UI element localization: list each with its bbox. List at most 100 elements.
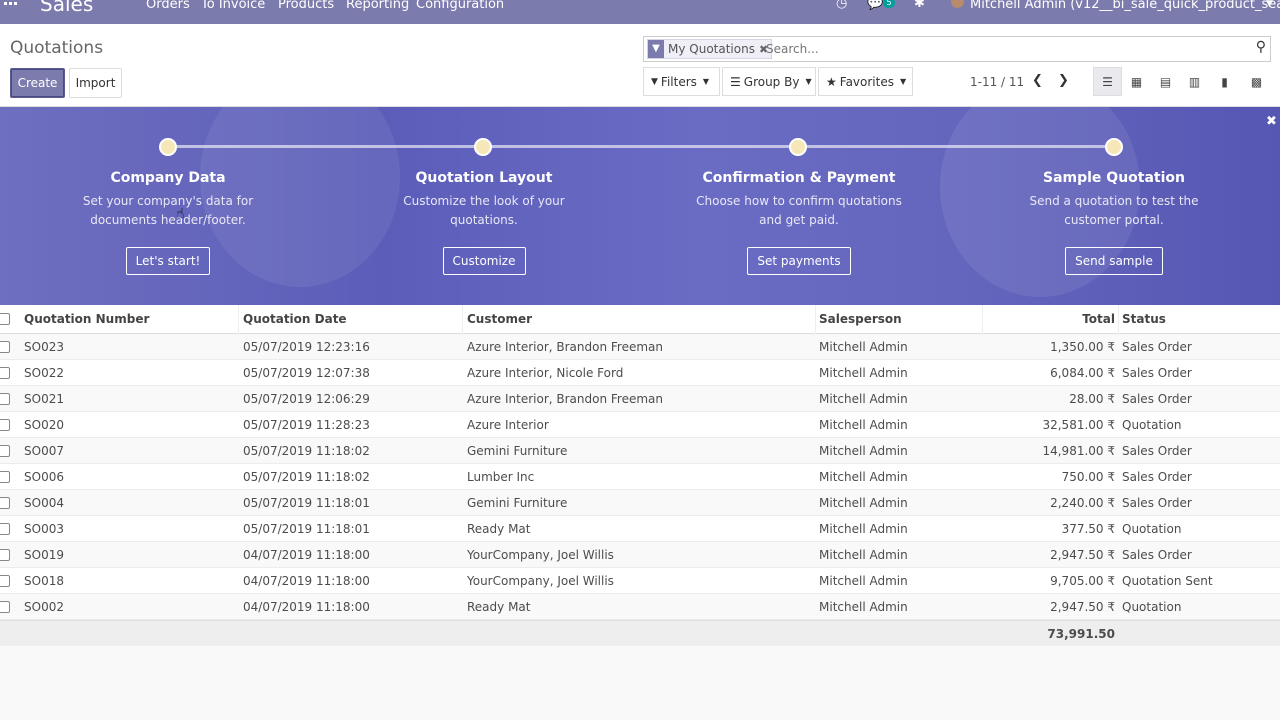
pager-next-icon[interactable]: ❯: [1058, 73, 1069, 88]
cell-total: 2,947.50 ₹: [1050, 600, 1115, 614]
send-sample-button[interactable]: Send sample: [1065, 247, 1163, 275]
cell-customer: Gemini Furniture: [467, 496, 568, 510]
cell-status: Sales Order: [1122, 444, 1192, 458]
row-checkbox[interactable]: [0, 497, 10, 509]
menu-orders[interactable]: Orders: [146, 0, 190, 12]
select-all-checkbox[interactable]: [0, 313, 10, 325]
create-button[interactable]: Create: [10, 68, 65, 98]
messaging-icon[interactable]: 💬: [867, 0, 883, 11]
pivot-view-icon[interactable]: ▥: [1180, 67, 1209, 96]
row-checkbox[interactable]: [0, 419, 10, 431]
search-bar[interactable]: ▼ My Quotations ✖ ⚲: [643, 36, 1271, 62]
step-confirmation-payment: Confirmation & Payment Choose how to con…: [669, 170, 929, 275]
cell-salesperson: Mitchell Admin: [819, 366, 908, 380]
cell-salesperson: Mitchell Admin: [819, 444, 908, 458]
cell-customer: Ready Mat: [467, 522, 531, 536]
row-checkbox[interactable]: [0, 393, 10, 405]
col-status[interactable]: Status: [1122, 312, 1166, 326]
groupby-dropdown[interactable]: ☰ Group By ▼: [722, 67, 816, 96]
debug-bug-icon[interactable]: ✱: [914, 0, 925, 11]
cell-quotation-number: SO007: [24, 444, 64, 458]
groupby-bars-icon: ☰: [730, 74, 741, 89]
apps-menu-icon[interactable]: [4, 0, 18, 11]
row-checkbox[interactable]: [0, 471, 10, 483]
close-banner-icon[interactable]: ✖: [1266, 114, 1277, 129]
activity-view-icon[interactable]: ▩: [1242, 67, 1271, 96]
row-checkbox[interactable]: [0, 523, 10, 535]
column-separator: [815, 305, 816, 334]
list-view-icon[interactable]: ☰: [1093, 67, 1122, 96]
user-menu[interactable]: Mitchell Admin (v12__bi_sale_quick_produ…: [970, 0, 1280, 12]
step-description: Set your company's data for documents hea…: [82, 194, 254, 227]
search-icon[interactable]: ⚲: [1256, 39, 1266, 55]
table-row[interactable]: SO023 05/07/2019 12:23:16 Azure Interior, …: [0, 334, 1280, 360]
menu-to-invoice[interactable]: To Invoice: [201, 0, 265, 12]
row-checkbox[interactable]: [0, 549, 10, 561]
cell-salesperson: Mitchell Admin: [819, 522, 908, 536]
import-button[interactable]: Import: [69, 68, 122, 98]
menu-configuration[interactable]: Configuration: [416, 0, 504, 12]
filters-dropdown[interactable]: ▼ Filters ▼: [643, 67, 720, 96]
calendar-view-icon[interactable]: ▤: [1151, 67, 1180, 96]
table-row[interactable]: SO006 05/07/2019 11:18:02 Lumber Inc Mitche…: [0, 464, 1280, 490]
table-row[interactable]: SO018 04/07/2019 11:18:00 YourCompany, Joe…: [0, 568, 1280, 594]
col-salesperson[interactable]: Salesperson: [819, 312, 902, 326]
step-title: Company Data: [110, 170, 226, 186]
col-total[interactable]: Total: [1000, 312, 1115, 326]
step-dot: [474, 138, 492, 156]
step-description: Send a quotation to test the customer por…: [1029, 194, 1199, 227]
column-separator: [1118, 305, 1119, 334]
col-quotation-number[interactable]: Quotation Number: [24, 312, 149, 326]
cell-total: 28.00 ₹: [1069, 392, 1115, 406]
row-checkbox[interactable]: [0, 445, 10, 457]
cell-status: Sales Order: [1122, 340, 1192, 354]
favorites-dropdown[interactable]: ★ Favorites ▼: [818, 67, 913, 96]
graph-view-icon[interactable]: ▮: [1210, 67, 1239, 96]
table-row[interactable]: SO002 04/07/2019 11:18:00 Ready Mat Mitchel…: [0, 594, 1280, 620]
search-input[interactable]: [766, 40, 1236, 58]
progress-line: [168, 145, 1114, 148]
user-avatar[interactable]: [951, 0, 964, 8]
lets-start-button[interactable]: Let's start!: [125, 247, 211, 275]
cell-customer: Gemini Furniture: [467, 444, 568, 458]
facet-label: My Quotations: [668, 42, 755, 56]
pager-value[interactable]: 1-11 / 11: [970, 75, 1024, 89]
set-payments-button[interactable]: Set payments: [747, 247, 851, 275]
cell-quotation-date: 05/07/2019 11:18:02: [243, 470, 370, 484]
row-checkbox[interactable]: [0, 601, 10, 613]
table-row[interactable]: SO021 05/07/2019 12:06:29 Azure Interior, …: [0, 386, 1280, 412]
table-row[interactable]: SO003 05/07/2019 11:18:01 Ready Mat Mitchel…: [0, 516, 1280, 542]
table-row[interactable]: SO022 05/07/2019 12:07:38 Azure Interior, …: [0, 360, 1280, 386]
cell-quotation-date: 05/07/2019 12:06:29: [243, 392, 370, 406]
cell-total: 2,240.00 ₹: [1050, 496, 1115, 510]
cell-status: Sales Order: [1122, 470, 1192, 484]
table-row[interactable]: SO020 05/07/2019 11:28:23 Azure Interior Mi…: [0, 412, 1280, 438]
cell-total: 1,350.00 ₹: [1050, 340, 1115, 354]
table-row[interactable]: SO007 05/07/2019 11:18:02 Gemini Furniture…: [0, 438, 1280, 464]
cell-salesperson: Mitchell Admin: [819, 470, 908, 484]
cell-total: 14,981.00 ₹: [1042, 444, 1115, 458]
row-checkbox[interactable]: [0, 367, 10, 379]
cell-total: 750.00 ₹: [1061, 470, 1115, 484]
page-title: Quotations: [10, 38, 104, 58]
table-row[interactable]: SO019 04/07/2019 11:18:00 YourCompany, Joe…: [0, 542, 1280, 568]
cell-quotation-date: 05/07/2019 12:23:16: [243, 340, 370, 354]
menu-reporting[interactable]: Reporting: [346, 0, 409, 12]
row-checkbox[interactable]: [0, 575, 10, 587]
app-brand[interactable]: Sales: [40, 0, 93, 16]
kanban-view-icon[interactable]: ▦: [1122, 67, 1151, 96]
pager-previous-icon[interactable]: ❮: [1032, 73, 1043, 88]
cell-customer: Azure Interior: [467, 418, 549, 432]
col-quotation-date[interactable]: Quotation Date: [243, 312, 347, 326]
cell-salesperson: Mitchell Admin: [819, 340, 908, 354]
row-checkbox[interactable]: [0, 341, 10, 353]
customize-button[interactable]: Customize: [442, 247, 526, 275]
col-customer[interactable]: Customer: [467, 312, 532, 326]
table-row[interactable]: SO004 05/07/2019 11:18:01 Gemini Furniture…: [0, 490, 1280, 516]
menu-products[interactable]: Products: [278, 0, 334, 12]
column-separator: [462, 305, 463, 334]
filter-funnel-icon: ▼: [651, 76, 658, 87]
user-menu-caret-icon[interactable]: ▼: [1266, 0, 1273, 9]
activity-clock-icon[interactable]: ◷: [836, 0, 847, 11]
groupby-label: Group By: [743, 74, 800, 89]
